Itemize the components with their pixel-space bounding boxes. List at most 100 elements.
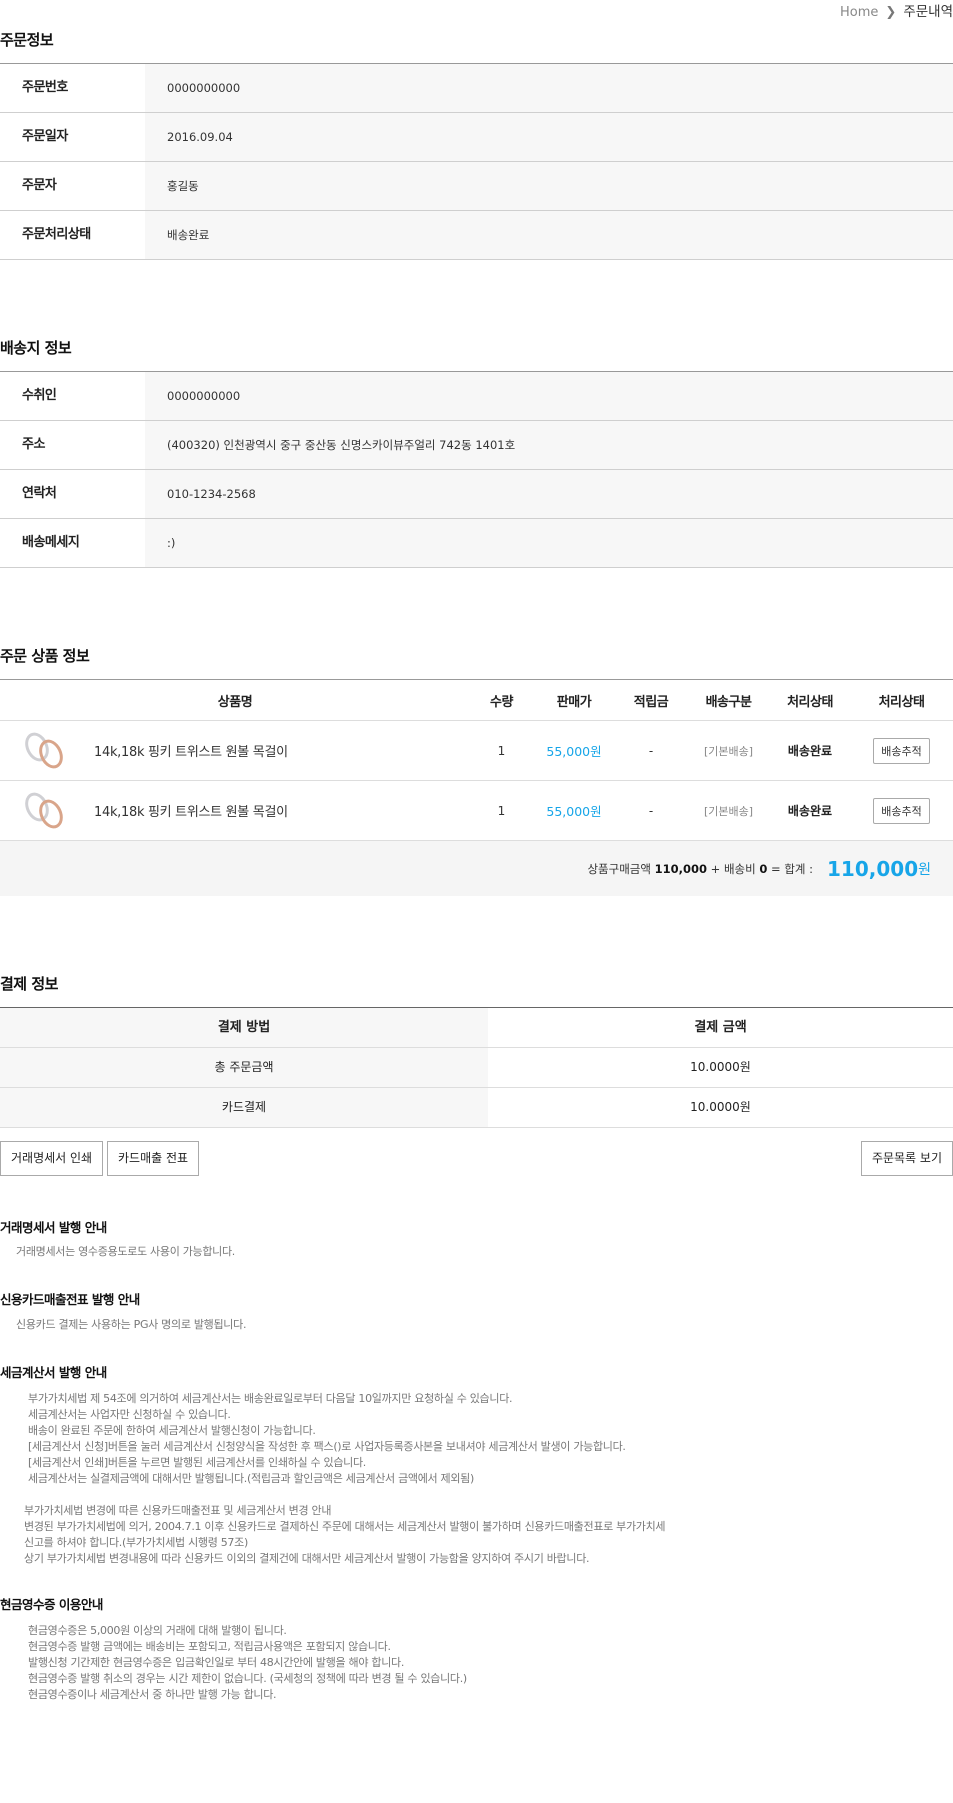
payment-title: 결제 정보 <box>0 975 58 993</box>
product-shipping-type: [기본배송] <box>703 804 754 818</box>
breadcrumb: Home ❯ 주문내역 <box>840 0 953 20</box>
product-thumbnail[interactable] <box>20 728 70 773</box>
product-cell: 14k,18k 핑키 트위스트 원볼 목걸이 <box>0 788 470 833</box>
products-header-row: 상품명 수량 판매가 적립금 배송구분 처리상태 처리상태 <box>0 680 953 721</box>
payment-table: 결제 방법 결제 금액 총 주문금액 10.0000원 카드결제 10.0000… <box>0 1007 953 1128</box>
delivery-message-value: :) <box>145 519 953 567</box>
delivery-message-label: 배송메세지 <box>0 519 145 567</box>
chevron-right-icon: ❯ <box>885 5 897 20</box>
product-thumbnail[interactable] <box>20 788 70 833</box>
shipping-fee-label: 배송비 <box>723 861 756 876</box>
track-delivery-button[interactable]: 배송추적 <box>873 737 930 764</box>
total-amount: 110,000 <box>827 856 919 881</box>
order-info-row: 주문번호 0000000000 <box>0 64 953 113</box>
col-qty: 수량 <box>490 694 513 710</box>
order-date-value: 2016.09.04 <box>145 113 953 161</box>
product-qty: 1 <box>497 803 506 818</box>
products-title: 주문 상품 정보 <box>0 647 90 665</box>
col-payment-method: 결제 방법 <box>0 1008 488 1047</box>
product-price: 55,000원 <box>546 804 602 819</box>
product-shipping-type: [기본배송] <box>703 744 754 758</box>
product-price: 55,000원 <box>546 744 602 759</box>
col-product-name: 상품명 <box>217 694 253 710</box>
order-number-value: 0000000000 <box>145 64 953 112</box>
products-table: 상품명 수량 판매가 적립금 배송구분 처리상태 처리상태 14k,18k 핑키… <box>0 679 953 896</box>
tax-change-notice-line: 부가가치세법 변경에 따른 신용카드매출전표 및 세금계산서 변경 안내 <box>24 1504 332 1517</box>
payment-method: 총 주문금액 <box>0 1048 488 1087</box>
shipping-info-title: 배송지 정보 <box>0 339 72 357</box>
order-status-label: 주문처리상태 <box>0 211 145 259</box>
contact-label: 연락처 <box>0 470 145 518</box>
address-label: 주소 <box>0 421 145 469</box>
product-points: - <box>648 743 654 758</box>
tax-notice-title: 세금계산서 발행 안내 <box>0 1365 107 1380</box>
track-delivery-button[interactable]: 배송추적 <box>873 797 930 824</box>
shipping-fee-value: 0 <box>759 861 768 876</box>
order-list-button[interactable]: 주문목록 보기 <box>860 1141 953 1176</box>
col-status: 처리상태 <box>787 694 833 710</box>
table-row: 총 주문금액 10.0000원 <box>0 1048 953 1088</box>
product-qty: 1 <box>497 743 506 758</box>
col-price: 판매가 <box>556 694 592 710</box>
product-cell: 14k,18k 핑키 트위스트 원볼 목걸이 <box>0 728 470 773</box>
tax-change-notice-line: 신고를 하셔야 합니다.(부가가치세법 시행령 57조) <box>24 1536 248 1549</box>
cash-receipt-notice-line: 현금영수증은 5,000원 이상의 거래에 대해 발행이 됩니다. <box>28 1624 287 1637</box>
order-total-bar: 상품구매금액 110,000 + 배송비 0 = 합계 :110,000 원 <box>0 841 953 896</box>
tax-notice-line: 배송이 완료된 주문에 한하여 세금계산서 발행신청이 가능합니다. <box>28 1424 316 1437</box>
tax-change-notice-list: 부가가치세법 변경에 따른 신용카드매출전표 및 세금계산서 변경 안내 변경된… <box>24 1503 666 1567</box>
table-row: 14k,18k 핑키 트위스트 원볼 목걸이 1 55,000원 - [기본배송… <box>0 721 953 781</box>
payment-amount: 10.0000원 <box>488 1048 953 1087</box>
payment-amount: 10.0000원 <box>488 1088 953 1127</box>
order-date-label: 주문일자 <box>0 113 145 161</box>
statement-notice-text: 거래명세서는 영수증용도로도 사용이 가능합니다. <box>16 1245 236 1258</box>
product-name-link[interactable]: 14k,18k 핑키 트위스트 원볼 목걸이 <box>94 801 288 820</box>
shipping-info-row: 주소 (400320) 인천광역시 중구 중산동 신명스카이뷰주얼리 742동 … <box>0 421 953 470</box>
order-info-title: 주문정보 <box>0 31 54 49</box>
order-status-value: 배송완료 <box>145 211 953 259</box>
table-row: 카드결제 10.0000원 <box>0 1088 953 1128</box>
product-status: 배송완료 <box>787 744 833 758</box>
table-row: 14k,18k 핑키 트위스트 원볼 목걸이 1 55,000원 - [기본배송… <box>0 781 953 841</box>
cash-receipt-notice-title: 현금영수증 이용안내 <box>0 1597 103 1612</box>
card-notice-text: 신용카드 결제는 사용하는 PG사 명의로 발행됩니다. <box>16 1318 247 1331</box>
col-action: 처리상태 <box>878 694 925 710</box>
col-payment-amount: 결제 금액 <box>488 1008 953 1047</box>
order-info-table: 주문번호 0000000000 주문일자 2016.09.04 주문자 홍길동 … <box>0 63 953 260</box>
order-info-row: 주문자 홍길동 <box>0 162 953 211</box>
product-status: 배송완료 <box>787 804 833 818</box>
tax-change-notice-line: 변경된 부가가치세법에 의거, 2004.7.1 이후 신용카드로 결제하신 주… <box>24 1520 666 1533</box>
cash-receipt-notice-line: 현금영수증 발행 취소의 경우는 시간 제한이 없습니다. (국세청의 정책에 … <box>28 1672 467 1685</box>
address-value: (400320) 인천광역시 중구 중산동 신명스카이뷰주얼리 742동 140… <box>145 421 953 469</box>
product-points: - <box>648 803 654 818</box>
total-currency: 원 <box>918 861 931 878</box>
action-cell: 배송추적 <box>850 797 953 824</box>
action-cell: 배송추적 <box>850 737 953 764</box>
shipping-info-table: 수취인 0000000000 주소 (400320) 인천광역시 중구 중산동 … <box>0 371 953 568</box>
col-points: 적립금 <box>633 694 669 710</box>
statement-notice-title: 거래명세서 발행 안내 <box>0 1220 107 1235</box>
payment-header-row: 결제 방법 결제 금액 <box>0 1008 953 1048</box>
product-name-link[interactable]: 14k,18k 핑키 트위스트 원볼 목걸이 <box>94 741 288 760</box>
recipient-value: 0000000000 <box>145 372 953 420</box>
cash-receipt-notice-list: 현금영수증은 5,000원 이상의 거래에 대해 발행이 됩니다. 현금영수증 … <box>28 1623 467 1703</box>
breadcrumb-current: 주문내역 <box>903 4 953 20</box>
order-info-row: 주문처리상태 배송완료 <box>0 211 953 260</box>
col-shipping-type: 배송구분 <box>705 694 752 710</box>
cash-receipt-notice-line: 현금영수증이나 세금계산서 중 하나만 발행 가능 합니다. <box>28 1688 277 1701</box>
cash-receipt-notice-line: 현금영수증 발행 금액에는 배송비는 포함되고, 적립금사용액은 포함되지 않습… <box>28 1640 391 1653</box>
order-info-row: 주문일자 2016.09.04 <box>0 113 953 162</box>
cash-receipt-notice-line: 발행신청 기간제한 현금영수증은 입금확인일로 부터 48시간안에 발행을 해야… <box>28 1656 405 1669</box>
order-number-label: 주문번호 <box>0 64 145 112</box>
tax-notice-line: 세금계산서는 사업자만 신청하실 수 있습니다. <box>28 1408 231 1421</box>
recipient-label: 수취인 <box>0 372 145 420</box>
print-statement-button[interactable]: 거래명세서 인쇄 <box>0 1141 104 1176</box>
tax-notice-line: [세금계산서 신청]버튼을 눌러 세금계산서 신청양식을 작성한 후 팩스()로… <box>28 1440 626 1453</box>
subtotal-value: 110,000 <box>654 861 707 876</box>
breadcrumb-home-link[interactable]: Home <box>840 5 878 20</box>
card-slip-button[interactable]: 카드매출 전표 <box>107 1141 200 1176</box>
shipping-info-row: 연락처 010-1234-2568 <box>0 470 953 519</box>
contact-value: 010-1234-2568 <box>145 470 953 518</box>
shipping-info-row: 수취인 0000000000 <box>0 372 953 421</box>
tax-notice-line: [세금계산서 인쇄]버튼을 누르면 발행된 세금계산서를 인쇄하실 수 있습니다… <box>28 1456 366 1469</box>
tax-notice-line: 부가가치세법 제 54조에 의거하여 세금계산서는 배송완료일로부터 다음달 1… <box>28 1392 513 1405</box>
